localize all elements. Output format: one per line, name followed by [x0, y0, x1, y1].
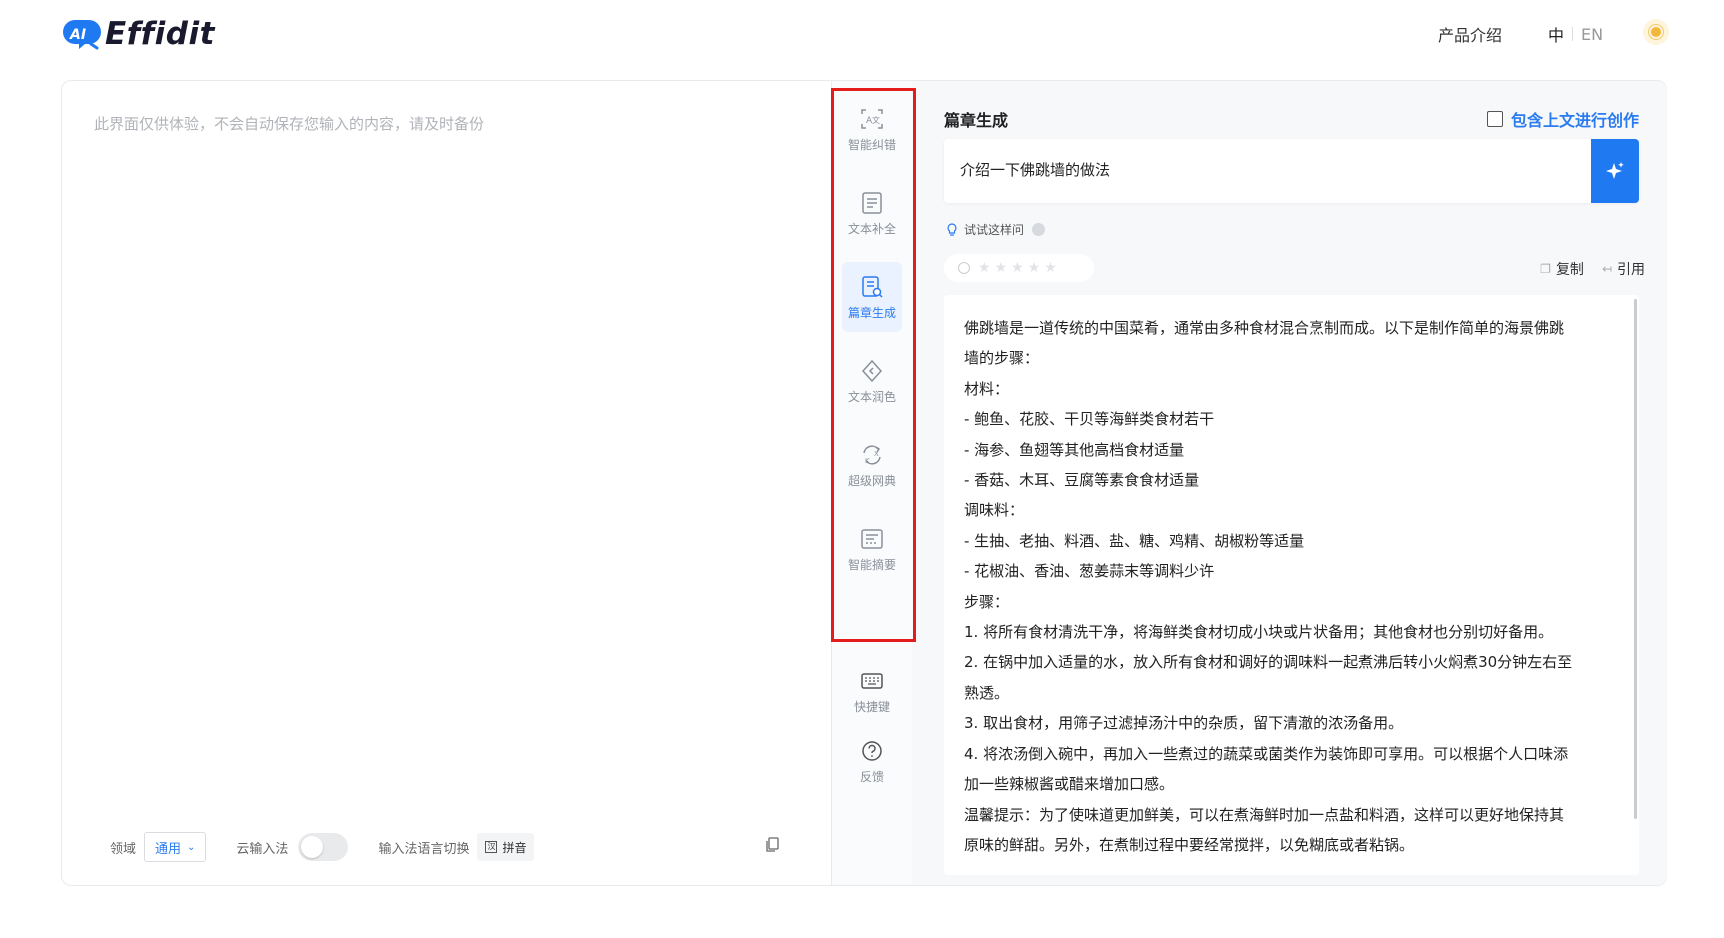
- generation-panel: 篇章生成 包含上文进行创作 试试这样问 ★ ★: [912, 81, 1667, 885]
- domain-select[interactable]: 通用 ⌄: [144, 832, 207, 862]
- keyboard-icon: [861, 672, 883, 689]
- chevron-down-icon: ⌄: [187, 841, 196, 853]
- highlight-box: [831, 88, 916, 642]
- top-header: AI Effidit 产品介绍 中 EN: [0, 0, 1724, 70]
- result-line: 加一些辣椒酱或醋来增加口感。: [964, 775, 1175, 794]
- nav-product-intro[interactable]: 产品介绍: [1438, 22, 1502, 46]
- copy-label: 复制: [1555, 262, 1584, 278]
- help-icon: [862, 740, 882, 761]
- result-line: 材料：: [964, 379, 1010, 398]
- domain-label: 领域: [110, 841, 137, 857]
- panel-title: 篇章生成: [944, 111, 1009, 130]
- result-line: 1. 将所有食材清洗干净，将海鲜类食材切成小块或片状备用；其他食材也分别切好备用…: [964, 623, 1554, 642]
- rating-bar: ★ ★ ★ ★ ★: [944, 254, 1094, 282]
- cite-label: 引用: [1617, 262, 1645, 278]
- lang-divider: [1572, 27, 1574, 41]
- result-line: - 鲍鱼、花胶、干贝等海鲜类食材若干: [964, 410, 1215, 429]
- lightbulb-icon: [947, 222, 957, 236]
- cloud-input-toggle[interactable]: [298, 833, 349, 861]
- include-context-checkbox[interactable]: [1486, 111, 1503, 127]
- editor-footer: 领域 通用 ⌄ 云输入法 输入法语言切换 汉 拼音: [110, 831, 535, 863]
- tool-label: 反馈: [859, 769, 884, 784]
- generate-button[interactable]: [1591, 139, 1639, 203]
- star-icon[interactable]: ★: [1011, 260, 1024, 276]
- copy-icon[interactable]: [764, 836, 782, 854]
- include-context-option[interactable]: 包含上文进行创作: [1486, 107, 1639, 131]
- result-line: 墙的步骤：: [964, 349, 1040, 368]
- star-icon[interactable]: ★: [1044, 260, 1057, 276]
- text-editor[interactable]: 此界面仅供体验，不会自动保存您输入的内容，请及时备份 领域 通用 ⌄ 云输入法 …: [62, 81, 832, 885]
- cloud-input-label: 云输入法: [236, 841, 289, 857]
- tool-label: 快捷键: [853, 699, 890, 714]
- star-icon[interactable]: ★: [978, 260, 991, 276]
- domain-value: 通用: [155, 841, 182, 857]
- logo-wordmark: Effidit: [105, 16, 215, 52]
- editor-placeholder: 此界面仅供体验，不会自动保存您输入的内容，请及时备份: [94, 115, 485, 133]
- result-line: - 海参、鱼翅等其他高档食材适量: [964, 440, 1185, 459]
- try-ask-hint[interactable]: 试试这样问: [946, 221, 1046, 238]
- result-text: 佛跳墙是一道传统的中国菜肴，通常由多种食材混合烹制而成。以下是制作简单的海景佛跳…: [964, 313, 1614, 860]
- refresh-icon[interactable]: [1032, 223, 1046, 236]
- result-line: 调味料：: [964, 501, 1025, 520]
- result-actions: ❐ 复制 ↤ 引用: [1522, 259, 1645, 279]
- include-context-label: 包含上文进行创作: [1510, 111, 1639, 130]
- logo-badge-text: AI: [69, 27, 86, 43]
- sun-icon[interactable]: [1643, 19, 1669, 45]
- cite-icon: ↤: [1601, 262, 1612, 276]
- prompt-box: [944, 139, 1639, 203]
- face-icon: [958, 262, 970, 274]
- sparkle-icon: [1606, 162, 1624, 179]
- result-line: 步骤：: [964, 592, 1010, 611]
- pinyin-icon: 汉: [485, 841, 498, 853]
- copy-icon: ❐: [1540, 262, 1551, 276]
- result-line: 温馨提示：为了使味道更加鲜美，可以在煮海鲜时加一点盐和料酒，这样可以更好地保持其: [964, 805, 1565, 824]
- result-line: - 生抽、老抽、料酒、盐、糖、鸡精、胡椒粉等适量: [964, 531, 1305, 550]
- result-line: 2. 在锅中加入适量的水，放入所有食材和调好的调味料一起煮沸后转小火焖煮30分钟…: [964, 653, 1573, 672]
- tool-feedback[interactable]: 反馈: [842, 726, 902, 796]
- result-line: 原味的鲜甜。另外，在煮制过程中要经常搅拌，以免糊底或者粘锅。: [964, 835, 1415, 854]
- result-line: - 香菇、木耳、豆腐等素食食材适量: [964, 471, 1200, 490]
- language-switch: 中 EN: [1548, 22, 1603, 46]
- prompt-input[interactable]: [960, 161, 1560, 178]
- copy-button[interactable]: ❐ 复制: [1540, 259, 1584, 279]
- try-ask-label: 试试这样问: [964, 223, 1025, 237]
- lang-zh-option[interactable]: 中: [1548, 22, 1564, 46]
- lang-en-option[interactable]: EN: [1581, 25, 1603, 44]
- tool-shortcuts[interactable]: 快捷键: [842, 656, 902, 726]
- ai-badge-icon: AI: [61, 18, 101, 50]
- result-line: 佛跳墙是一道传统的中国菜肴，通常由多种食材混合烹制而成。以下是制作简单的海景佛跳: [964, 319, 1565, 337]
- result-scrollbar[interactable]: [1634, 299, 1637, 819]
- result-line: - 花椒油、香油、葱姜蒜末等调料少许: [964, 562, 1215, 581]
- result-line: 3. 取出食材，用筛子过滤掉汤汁中的杂质，留下清澈的浓汤备用。: [964, 714, 1404, 733]
- generated-result: 佛跳墙是一道传统的中国菜肴，通常由多种食材混合烹制而成。以下是制作简单的海景佛跳…: [944, 295, 1639, 875]
- star-icon[interactable]: ★: [1028, 260, 1041, 276]
- result-line: 熟透。: [964, 683, 1010, 702]
- cite-button[interactable]: ↤ 引用: [1602, 259, 1645, 279]
- effidit-logo[interactable]: AI Effidit: [61, 16, 215, 52]
- pinyin-label: 拼音: [502, 840, 527, 855]
- result-line: 4. 将浓汤倒入碗中，再加入一些煮过的蔬菜或菌类作为装饰即可享用。可以根据个人口…: [964, 744, 1569, 763]
- star-icon[interactable]: ★: [995, 260, 1008, 276]
- pinyin-button[interactable]: 汉 拼音: [477, 833, 535, 861]
- input-language-label: 输入法语言切换: [378, 841, 470, 857]
